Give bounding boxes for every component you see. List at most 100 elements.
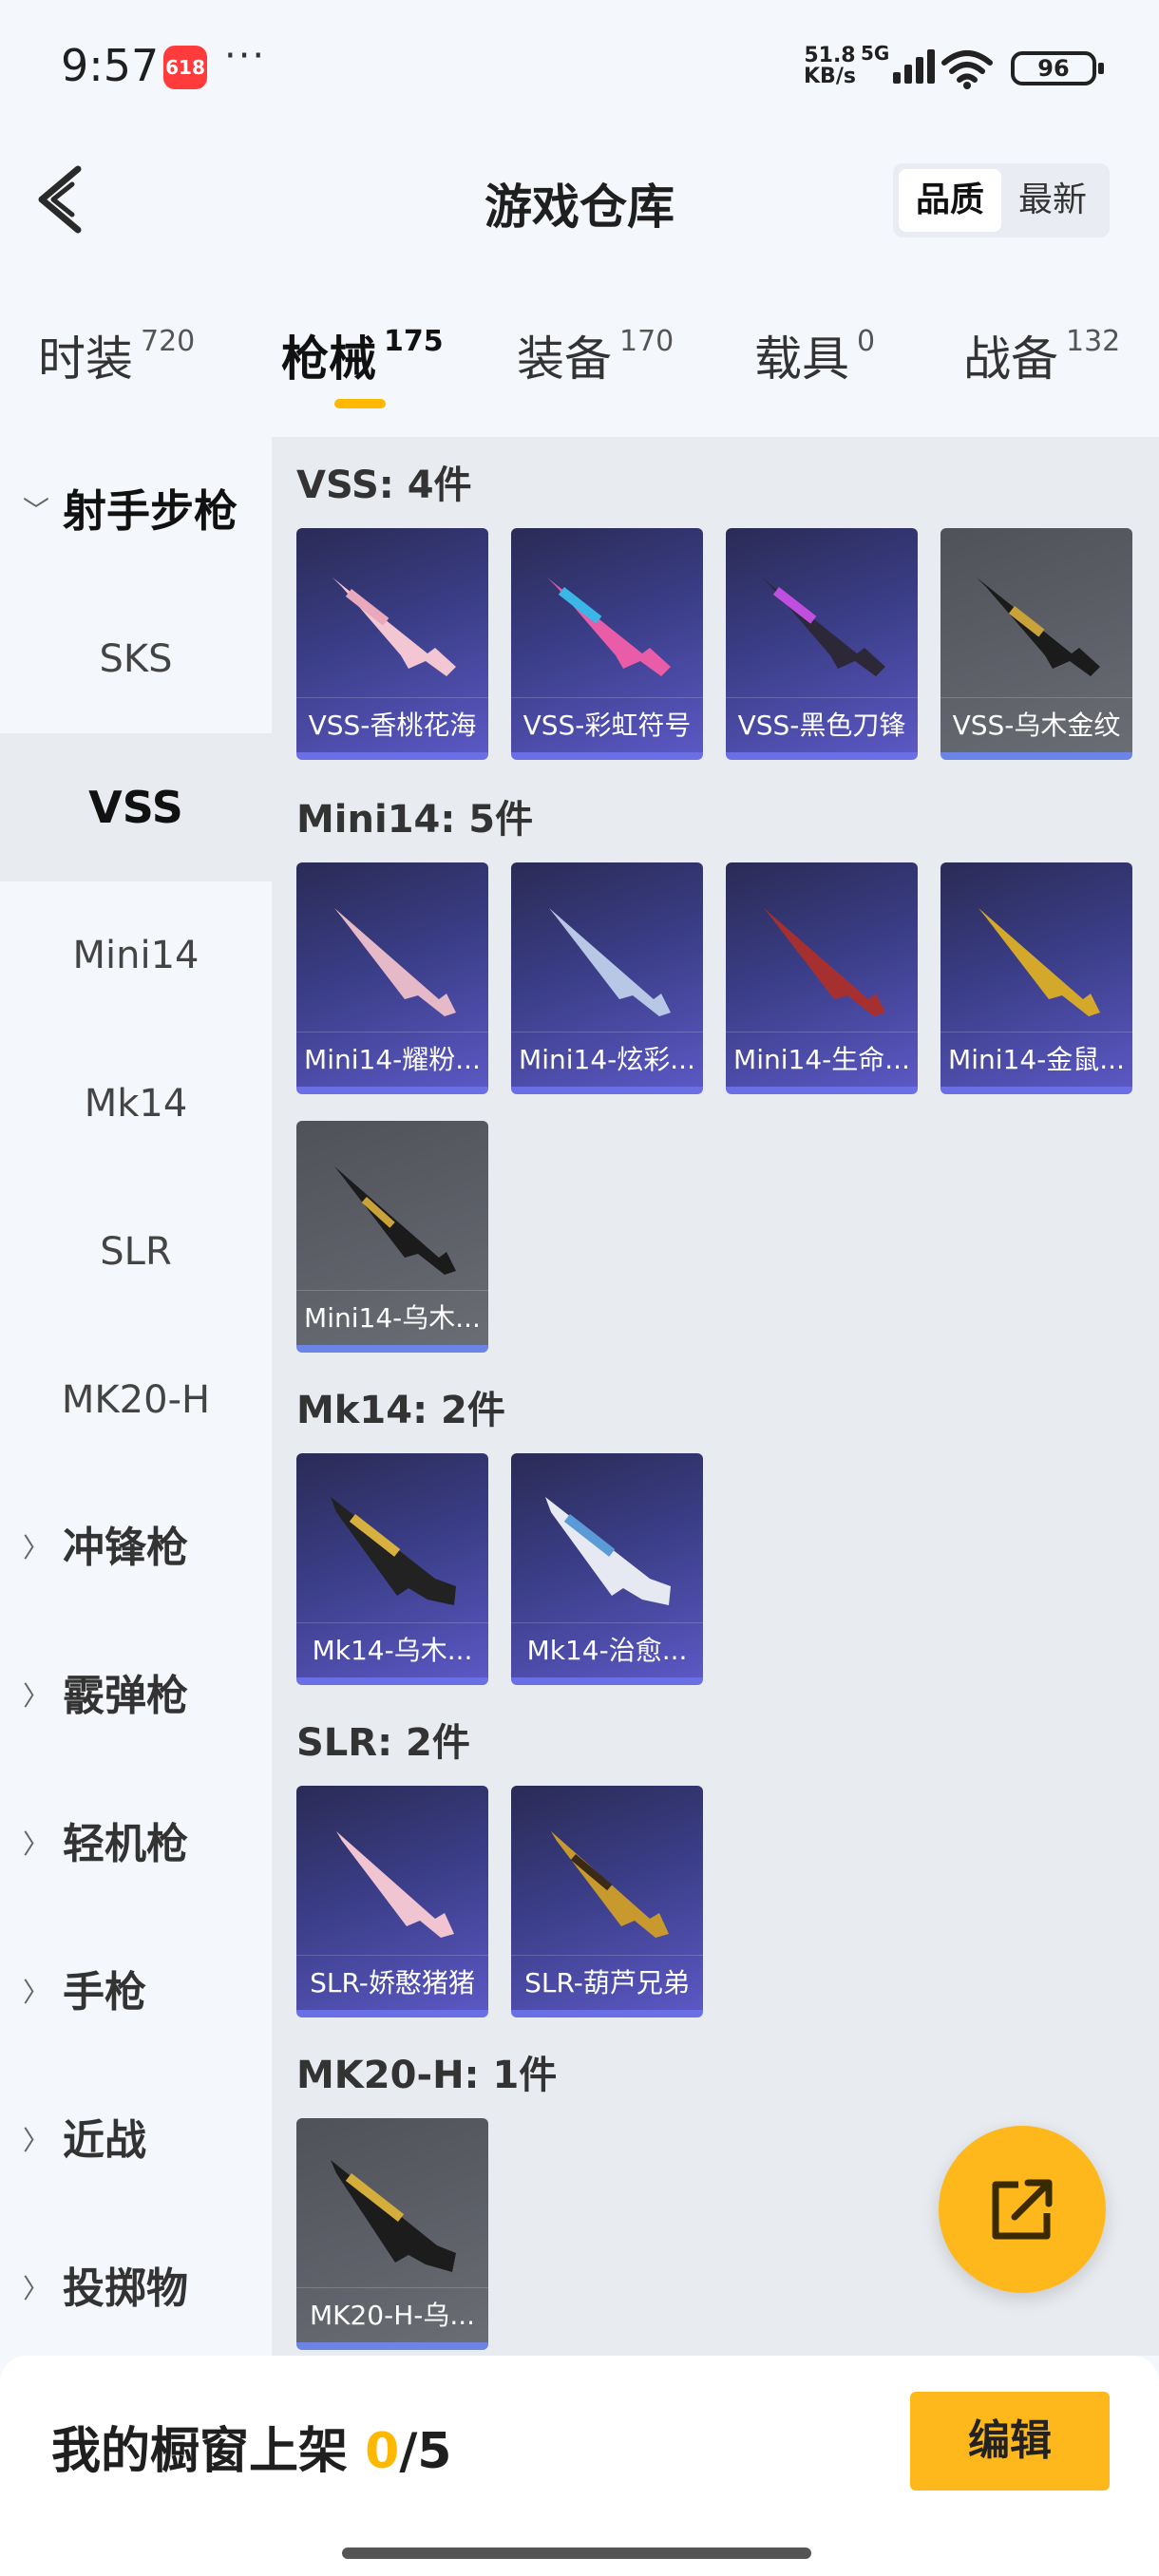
rifle-image	[762, 578, 885, 676]
weapon-skin-name: Mini14-乌木...	[296, 1290, 488, 1345]
weapon-skin-card[interactable]: SLR-葫芦兄弟	[511, 1786, 703, 2017]
bottom-bar: 我的橱窗上架 0/5 编辑	[0, 2356, 1159, 2576]
sidebar-group-smg[interactable]: 〉 冲锋枪	[0, 1474, 272, 1622]
sidebar-item-mk14[interactable]: Mk14	[0, 1030, 272, 1178]
tab-firearms[interactable]: 枪械 175	[281, 321, 444, 389]
rifle-image	[551, 1831, 669, 1938]
section-title-slr: SLR: 2件	[296, 1721, 470, 1765]
weapon-skin-name: SLR-葫芦兄弟	[511, 1955, 703, 2010]
tab-vehicles[interactable]: 载具 0	[754, 321, 875, 389]
home-indicator[interactable]	[342, 2548, 811, 2559]
sidebar-group-label: 轻机枪	[63, 1820, 188, 1868]
network-type: 5G	[861, 42, 890, 65]
sidebar-group-throwables[interactable]: 〉 投掷物	[0, 2215, 272, 2363]
weapon-skin-card[interactable]: VSS-乌木金纹	[940, 528, 1132, 760]
sidebar-group-label: 近战	[63, 2116, 146, 2165]
tab-label: 装备	[517, 331, 612, 387]
status-bar: 9:57 618 ··· 51.8 KB/s 5G 96	[0, 0, 1159, 133]
rifle-image	[334, 908, 456, 1016]
rifle-image	[764, 908, 885, 1016]
weapon-skin-card[interactable]: VSS-彩虹符号	[511, 528, 703, 760]
weapon-skin-card[interactable]: Mini14-炫彩...	[511, 862, 703, 1094]
weapon-skin-card[interactable]: VSS-黑色刀锋	[726, 528, 918, 760]
rifle-image	[331, 2160, 456, 2272]
sort-by-quality-button[interactable]: 品质	[899, 169, 1001, 232]
weapon-skin-card[interactable]: Mini14-生命...	[726, 862, 918, 1094]
tab-label: 载具	[754, 331, 849, 387]
network-speed: 51.8 KB/s	[804, 46, 856, 87]
sidebar-item-sks[interactable]: SKS	[0, 585, 272, 733]
tab-fashion[interactable]: 时装 720	[38, 321, 195, 389]
tab-count: 170	[619, 325, 674, 358]
chevron-right-icon: 〉	[23, 2273, 50, 2304]
sidebar-group-marksman-rifles[interactable]: ﹀ 射手步枪	[0, 437, 272, 585]
tab-supplies[interactable]: 战备 132	[963, 321, 1120, 389]
weapon-category-sidebar: ﹀ 射手步枪 SKS VSS Mini14 Mk14 SLR MK20-H 〉 …	[0, 437, 272, 2356]
weapon-skin-card[interactable]: Mini14-乌木...	[296, 1121, 488, 1353]
sort-by-newest-button[interactable]: 最新	[1001, 169, 1104, 232]
chevron-right-icon: 〉	[23, 1532, 50, 1563]
sidebar-group-label: 投掷物	[63, 2264, 188, 2313]
weapon-skin-card[interactable]: Mini14-耀粉...	[296, 862, 488, 1094]
sidebar-group-pistol[interactable]: 〉 手枪	[0, 1919, 272, 2067]
weapon-skin-card[interactable]: SLR-娇憨猪猪	[296, 1786, 488, 2017]
rifle-image	[332, 578, 456, 676]
sidebar-group-lmg[interactable]: 〉 轻机枪	[0, 1771, 272, 1919]
header: 游戏仓库 品质 最新	[0, 142, 1159, 256]
weapon-skin-name: Mk14-乌木...	[296, 1622, 488, 1677]
edit-button[interactable]: 编辑	[910, 2392, 1110, 2491]
share-button[interactable]	[939, 2126, 1106, 2293]
net-speed-unit: KB/s	[804, 65, 856, 88]
weapon-skin-name: VSS-香桃花海	[296, 697, 488, 752]
chevron-right-icon: 〉	[23, 1828, 50, 1860]
rifle-image	[549, 908, 671, 1016]
rifle-image	[331, 1497, 456, 1605]
wifi-icon	[941, 50, 993, 89]
rifle-image	[978, 908, 1100, 1016]
weapon-skin-name: Mini14-炫彩...	[511, 1032, 703, 1087]
sidebar-group-label: 霰弹枪	[63, 1672, 188, 1720]
sidebar-group-shotgun[interactable]: 〉 霰弹枪	[0, 1622, 272, 1771]
weapon-skin-name: Mini14-生命...	[726, 1032, 918, 1087]
rifle-image	[336, 1831, 454, 1938]
tab-label: 战备	[963, 331, 1058, 387]
status-time: 9:57	[61, 40, 160, 91]
weapon-skin-card[interactable]: Mk14-乌木...	[296, 1453, 488, 1685]
sidebar-item-mk20h[interactable]: MK20-H	[0, 1326, 272, 1474]
shopping-app-icon: 618	[163, 46, 207, 89]
section-title-vss: VSS: 4件	[296, 464, 472, 507]
sidebar-group-melee[interactable]: 〉 近战	[0, 2067, 272, 2215]
weapon-skin-name: VSS-乌木金纹	[940, 697, 1132, 752]
sidebar-group-label: 射手步枪	[63, 485, 238, 537]
sidebar-group-label: 手枪	[63, 1968, 146, 2017]
chevron-right-icon: 〉	[23, 1977, 50, 2008]
weapon-skin-name: VSS-彩虹符号	[511, 697, 703, 752]
tab-count: 720	[141, 325, 196, 358]
weapon-skin-card[interactable]: MK20-H-乌...	[296, 2118, 488, 2350]
tab-equipment[interactable]: 装备 170	[517, 321, 674, 389]
sidebar-item-vss[interactable]: VSS	[0, 733, 272, 881]
weapon-skin-card[interactable]: Mini14-金鼠...	[940, 862, 1132, 1094]
weapon-skin-grid: VSS: 4件 VSS-香桃花海 VSS-彩虹符号 VSS-黑色刀锋 VSS-乌…	[272, 437, 1159, 2356]
rifle-image	[547, 578, 671, 676]
active-tab-indicator	[334, 399, 386, 408]
weapon-skin-name: Mk14-治愈...	[511, 1622, 703, 1677]
sort-toggle: 品质 最新	[893, 163, 1110, 237]
category-tabs: 时装 720 枪械 175 装备 170 载具 0 战备 132	[0, 313, 1159, 427]
tab-count: 132	[1066, 325, 1121, 358]
rifle-image	[977, 578, 1100, 676]
tab-label: 枪械	[281, 331, 376, 387]
sidebar-item-slr[interactable]: SLR	[0, 1178, 272, 1326]
cellular-signal-icon: 5G	[861, 42, 935, 87]
showcase-label: 我的橱窗上架	[51, 2423, 349, 2480]
rifle-image	[334, 1166, 456, 1275]
chevron-right-icon: 〉	[23, 2125, 50, 2156]
sidebar-item-mini14[interactable]: Mini14	[0, 881, 272, 1030]
weapon-skin-card[interactable]: VSS-香桃花海	[296, 528, 488, 760]
section-title-mk14: Mk14: 2件	[296, 1389, 505, 1432]
section-title-mini14: Mini14: 5件	[296, 798, 534, 842]
weapon-skin-card[interactable]: Mk14-治愈...	[511, 1453, 703, 1685]
weapon-skin-name: MK20-H-乌...	[296, 2287, 488, 2342]
net-speed-value: 51.8	[804, 44, 856, 67]
chevron-right-icon: 〉	[23, 1680, 50, 1712]
